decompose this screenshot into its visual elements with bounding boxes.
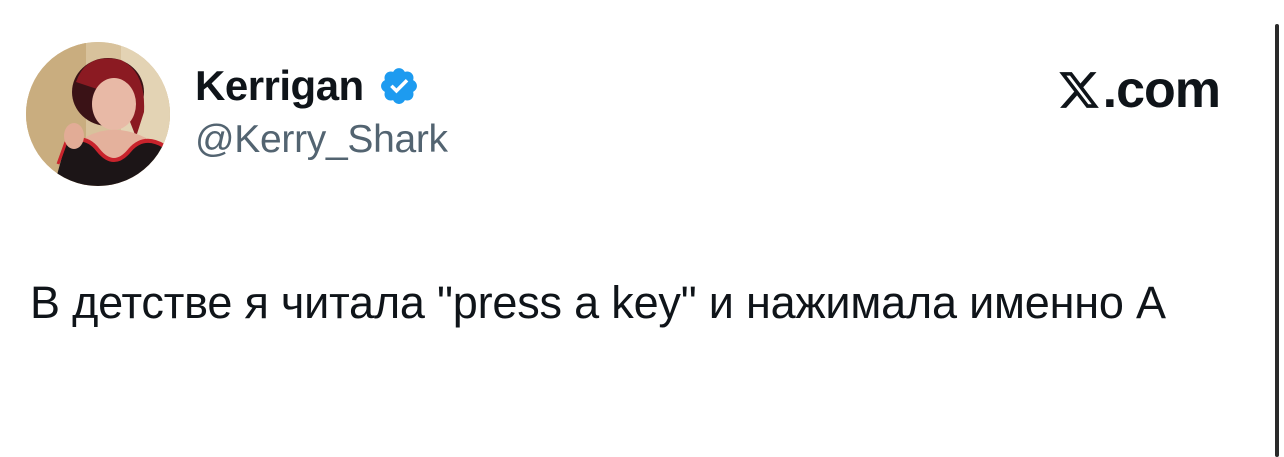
avatar[interactable]	[26, 42, 170, 186]
scrollbar-thumb[interactable]	[1275, 24, 1279, 457]
brand-label: .com	[1102, 61, 1221, 119]
handle[interactable]: @Kerry_Shark	[195, 120, 448, 159]
avatar-image	[26, 42, 170, 186]
name-row: Kerrigan	[195, 58, 448, 114]
scrollbar[interactable]	[1270, 0, 1284, 457]
author-block: Kerrigan @Kerry_Shark	[195, 58, 448, 160]
tweet-text: В детстве я читала "press a key" и нажим…	[30, 277, 1166, 328]
display-name[interactable]: Kerrigan	[195, 65, 364, 107]
tweet-card: Kerrigan @Kerry_Shark .com В детстве я ч…	[0, 0, 1270, 457]
x-logo-icon	[1057, 68, 1101, 112]
verified-badge-icon	[378, 65, 420, 107]
brand-mark: .com	[1057, 61, 1221, 119]
